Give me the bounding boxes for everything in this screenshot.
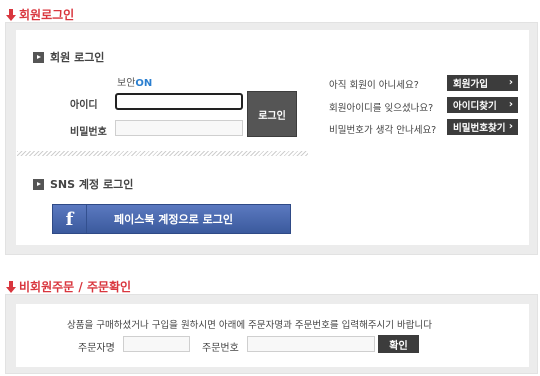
orderer-name-input[interactable] [123, 336, 190, 352]
find-id-button-label: 아이디찾기 [453, 101, 497, 112]
sns-login-subhead-text: SNS 계정 로그인 [50, 178, 134, 191]
orderer-name-label: 주문자명 [78, 343, 115, 354]
guest-order-title: 비회원주문 / 주문확인 [6, 278, 131, 295]
login-button[interactable]: 로그인 [247, 91, 297, 137]
password-label: 비밀번호 [70, 127, 107, 138]
security-label: 보안 [117, 78, 136, 89]
find-password-button[interactable]: 비밀번호찾기 › [447, 119, 518, 135]
order-number-input[interactable] [247, 336, 375, 352]
facebook-login-button[interactable]: f 페이스북 계정으로 로그인 [52, 204, 291, 234]
password-input[interactable] [115, 120, 243, 136]
guest-order-description: 상품을 구매하셨거나 구입을 원하시면 아래에 주문자명과 주문번호를 입력해주… [67, 320, 433, 331]
dotted-divider [17, 151, 308, 156]
guest-order-title-text: 비회원주문 / 주문확인 [19, 280, 132, 294]
facebook-login-label: 페이스북 계정으로 로그인 [114, 213, 233, 226]
chevron-right-icon: › [508, 77, 513, 88]
order-number-label: 주문번호 [202, 343, 239, 354]
id-input[interactable] [115, 93, 243, 110]
security-state: ON [135, 78, 153, 89]
find-password-button-label: 비밀번호찾기 [453, 123, 506, 134]
find-password-question: 비밀번호가 생각 안나세요? [329, 125, 437, 136]
facebook-icon: f [53, 205, 87, 233]
member-login-title-text: 회원로그인 [19, 8, 75, 22]
chevron-right-icon: › [508, 121, 513, 132]
arrow-bullet-icon [33, 51, 44, 63]
confirm-button[interactable]: 확인 [378, 335, 419, 353]
down-arrow-icon [6, 8, 16, 21]
signup-question: 아직 회원이 아니세요? [329, 80, 419, 91]
find-id-button[interactable]: 아이디찾기 › [447, 97, 518, 113]
signup-button[interactable]: 회원가입 › [447, 75, 518, 91]
find-id-question: 회원아이디를 잊으셨나요? [329, 103, 434, 114]
member-login-title: 회원로그인 [6, 6, 74, 23]
down-arrow-icon [6, 280, 16, 293]
member-login-subhead: 회원 로그인 [33, 49, 104, 65]
member-login-subhead-text: 회원 로그인 [50, 51, 105, 64]
arrow-bullet-icon [33, 178, 44, 190]
sns-login-subhead: SNS 계정 로그인 [33, 176, 133, 192]
id-label: 아이디 [70, 100, 98, 111]
security-toggle[interactable]: 보안ON [117, 74, 152, 89]
signup-button-label: 회원가입 [453, 79, 488, 90]
chevron-right-icon: › [508, 99, 513, 110]
guest-order-panel [5, 294, 538, 374]
